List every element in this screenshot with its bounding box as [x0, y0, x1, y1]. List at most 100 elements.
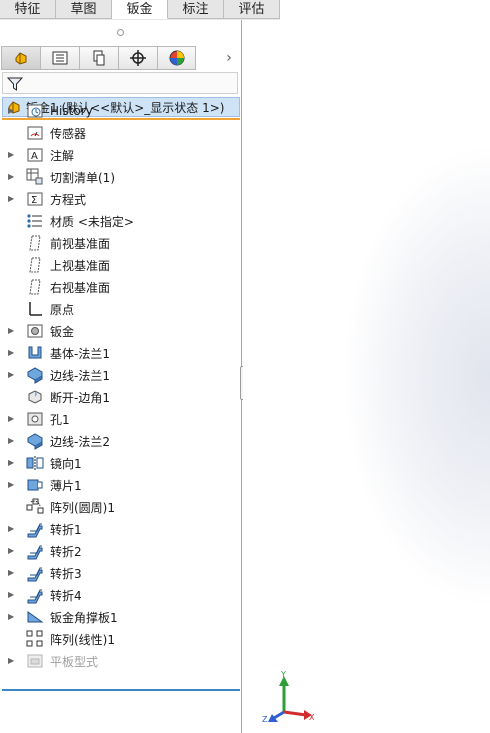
- tree-item-label: 方程式: [50, 192, 87, 207]
- tree-item[interactable]: 阵列(线性)1: [0, 628, 240, 650]
- tree-item-label: 上视基准面: [50, 258, 111, 273]
- tree-item[interactable]: ▶ 转折3: [0, 562, 240, 584]
- expand-arrow-icon[interactable]: ▶: [8, 568, 16, 578]
- tree-item-label: 注解: [50, 148, 75, 163]
- material-icon: [26, 212, 44, 230]
- plane-icon: [26, 278, 44, 296]
- triad-y-label: Y: [280, 670, 286, 679]
- tree-item-label: 薄片1: [50, 478, 82, 493]
- tree-item[interactable]: 前视基准面: [0, 232, 240, 254]
- expand-arrow-icon[interactable]: ▶: [8, 656, 16, 666]
- base-flange-icon: [26, 344, 44, 362]
- tree-item[interactable]: ▶ 边线-法兰1: [0, 364, 240, 386]
- tree-item-label: 转折1: [50, 522, 82, 537]
- display-manager-icon: [169, 50, 184, 66]
- jog-icon: [26, 542, 44, 560]
- triad-x-label: X: [309, 713, 315, 722]
- tree-item-label: 边线-法兰1: [50, 368, 110, 383]
- tree-item-label: 平板型式: [50, 654, 99, 669]
- tree-item[interactable]: ▶ 薄片1: [0, 474, 240, 496]
- tree-item[interactable]: ▶ 转折1: [0, 518, 240, 540]
- graphics-area[interactable]: [243, 20, 490, 733]
- tree-item-label: 原点: [50, 302, 75, 317]
- jog-icon: [26, 520, 44, 538]
- expand-arrow-icon[interactable]: ▶: [8, 326, 16, 336]
- tree-item-label: 前视基准面: [50, 236, 111, 251]
- display-manager-tab-button[interactable]: [157, 46, 196, 70]
- tree-item[interactable]: 断开-边角1: [0, 386, 240, 408]
- expand-arrow-icon[interactable]: ▶: [8, 458, 16, 468]
- panel-grip[interactable]: [117, 29, 124, 36]
- tree-item-label: 右视基准面: [50, 280, 111, 295]
- tree-item-label: 传感器: [50, 126, 87, 141]
- configurationmanager-tab-button[interactable]: [79, 46, 118, 70]
- tree-item[interactable]: ▶ 转折4: [0, 584, 240, 606]
- tree-item-label: 阵列(线性)1: [50, 632, 115, 647]
- featuremanager-tab-button[interactable]: [1, 46, 40, 70]
- tree-item[interactable]: ▶ History: [0, 100, 240, 122]
- expand-arrow-icon[interactable]: ▶: [8, 590, 16, 600]
- rollback-bar[interactable]: [2, 689, 240, 691]
- tree-item[interactable]: ▶ 转折2: [0, 540, 240, 562]
- dimxpert-tab-button[interactable]: [118, 46, 157, 70]
- tree-item[interactable]: ▶ Σ 方程式: [0, 188, 240, 210]
- expand-arrow-icon[interactable]: ▶: [8, 370, 16, 380]
- expand-arrow-icon[interactable]: ▶: [8, 348, 16, 358]
- propertymanager-icon: [52, 51, 68, 65]
- dimxpert-icon: [130, 50, 146, 66]
- tab-markup[interactable]: 标注: [168, 0, 224, 19]
- more-tabs-arrow[interactable]: ›: [221, 46, 237, 70]
- edge-flange-icon: [26, 366, 44, 384]
- expand-arrow-icon[interactable]: ▶: [8, 194, 16, 204]
- tree-item[interactable]: 传感器: [0, 122, 240, 144]
- tree-item[interactable]: ▶ 钣金角撑板1: [0, 606, 240, 628]
- featuremanager-icon: [15, 52, 27, 65]
- tab-sketch[interactable]: 草图: [56, 0, 112, 19]
- tree-item-label: History: [50, 104, 93, 118]
- tree-item[interactable]: ▶ 镜向1: [0, 452, 240, 474]
- tree-item[interactable]: ▶ 钣金: [0, 320, 240, 342]
- tree-item[interactable]: ▶ 边线-法兰2: [0, 430, 240, 452]
- tree-filter[interactable]: [2, 72, 238, 94]
- tree-item[interactable]: 阵列(圆周)1: [0, 496, 240, 518]
- tree-item-label: 断开-边角1: [50, 390, 110, 405]
- tree-item-label: 转折4: [50, 588, 82, 603]
- tab-features[interactable]: 特征: [0, 0, 56, 19]
- filter-icon: [7, 77, 23, 91]
- tree-item-label: 镜向1: [50, 456, 82, 471]
- plane-icon: [26, 256, 44, 274]
- tab-sheet-metal[interactable]: 钣金: [112, 0, 168, 19]
- svg-text:A: A: [31, 151, 38, 162]
- expand-arrow-icon[interactable]: ▶: [8, 436, 16, 446]
- expand-arrow-icon[interactable]: ▶: [8, 546, 16, 556]
- tree-item[interactable]: 上视基准面: [0, 254, 240, 276]
- expand-arrow-icon[interactable]: ▶: [8, 150, 16, 160]
- hole-icon: [26, 410, 44, 428]
- tree-item[interactable]: ▶ A 注解: [0, 144, 240, 166]
- tree-item[interactable]: 右视基准面: [0, 276, 240, 298]
- tree-item-label: 钣金: [50, 324, 75, 339]
- expand-arrow-icon[interactable]: ▶: [8, 524, 16, 534]
- expand-arrow-icon[interactable]: ▶: [8, 612, 16, 622]
- tree-item[interactable]: ▶ 切割清单(1): [0, 166, 240, 188]
- flat-pattern-icon: [26, 652, 44, 670]
- annotations-icon: A: [26, 146, 44, 164]
- tree-item[interactable]: ▶ 平板型式: [0, 650, 240, 672]
- tab-evaluate[interactable]: 评估: [224, 0, 280, 19]
- triad-z-label: Z: [262, 715, 268, 724]
- tab-icon: [26, 476, 44, 494]
- expand-arrow-icon[interactable]: ▶: [8, 172, 16, 182]
- tree-item-label: 材质 <未指定>: [50, 214, 134, 229]
- tree-item[interactable]: ▶ 基体-法兰1: [0, 342, 240, 364]
- tree-item-label: 基体-法兰1: [50, 346, 110, 361]
- tree-item-label: 转折2: [50, 544, 82, 559]
- expand-arrow-icon[interactable]: ▶: [8, 106, 16, 116]
- tree-item[interactable]: ▶ 孔1: [0, 408, 240, 430]
- tree-item[interactable]: 原点: [0, 298, 240, 320]
- tree-item[interactable]: 材质 <未指定>: [0, 210, 240, 232]
- propertymanager-tab-button[interactable]: [40, 46, 79, 70]
- reference-triad: Y X Z: [262, 670, 315, 724]
- expand-arrow-icon[interactable]: ▶: [8, 414, 16, 424]
- svg-text:Σ: Σ: [31, 195, 37, 206]
- expand-arrow-icon[interactable]: ▶: [8, 480, 16, 490]
